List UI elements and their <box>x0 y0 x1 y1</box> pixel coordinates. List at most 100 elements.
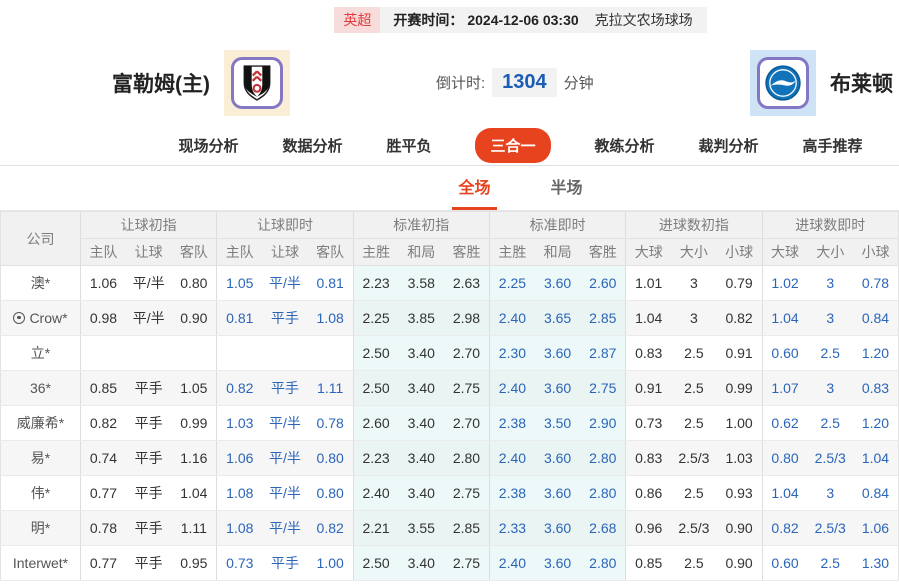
subcol-header-cell: 让球 <box>262 238 308 266</box>
odds-cell: 0.85 <box>79 370 126 406</box>
odds-cell: 2.50 <box>352 370 399 406</box>
odds-cell: 3.40 <box>398 335 444 371</box>
odds-table: 公司 让球初指 让球即时 标准初指 标准即时 进球数初指 进球数即时 主队 让球 客队 主队 让球 客队… <box>0 211 899 581</box>
odds-cell: 1.30 <box>852 545 899 581</box>
odds-cell: 平/半 <box>262 510 308 546</box>
company-label: 澳* <box>31 273 50 293</box>
odds-cell: 0.78 <box>852 265 899 301</box>
group-header-cell: 标准初指 <box>352 211 490 239</box>
odds-cell: 2.30 <box>488 335 535 371</box>
nav-tab[interactable]: 三合一 <box>475 127 551 163</box>
nav-tab[interactable]: 教练分析 <box>595 135 655 156</box>
odds-cell: 2.70 <box>444 405 490 441</box>
odds-cell: 0.99 <box>171 405 217 441</box>
company-label: 威廉希* <box>17 413 64 433</box>
odds-cell: 平手 <box>262 370 308 406</box>
odds-cell: 2.5 <box>671 475 717 511</box>
subcol-header-cell: 主胜 <box>488 238 535 266</box>
table-row: 伟* 0.77 平手 1.04 1.08 平/半 0.80 2.40 3.40 2.75 2.38 3… <box>0 475 899 511</box>
company-name: 明* <box>30 520 51 536</box>
company-cell: 明* <box>0 510 81 546</box>
odds-cell: 0.86 <box>625 475 672 511</box>
league-badge: 英超 <box>334 7 381 33</box>
odds-cell: 1.11 <box>307 370 354 406</box>
odds-cell: 2.85 <box>444 510 490 546</box>
odds-cell: 1.01 <box>625 265 672 301</box>
table-row: 威廉希* 0.82 平手 0.99 1.03 平/半 0.78 2.60 3.40 2.70 2.3… <box>0 405 899 441</box>
odds-cell: 2.75 <box>580 370 626 406</box>
odds-cell: 1.03 <box>216 405 263 441</box>
odds-cell: 2.75 <box>444 475 490 511</box>
odds-cell: 2.23 <box>352 440 399 476</box>
odds-cell: 平手 <box>125 545 172 581</box>
period-tabs-bar: 全场 半场 <box>0 166 899 211</box>
nav-tab[interactable]: 数据分析 <box>282 135 342 156</box>
table-row: Crow* 0.98 平/半 0.90 0.81 平手 1.08 2.25 3.85 2.98 2.… <box>0 300 899 336</box>
period-tabs: 全场 半场 <box>452 164 588 210</box>
odds-cell: 0.81 <box>307 265 354 301</box>
subcol-header-cell: 大小 <box>671 238 717 266</box>
kickoff-time-label: 开赛时间： <box>393 12 464 28</box>
nav-tab[interactable]: 高手推荐 <box>803 135 863 156</box>
odds-cell: 0.77 <box>79 475 126 511</box>
odds-cell: 2.40 <box>488 370 535 406</box>
odds-cell <box>262 335 308 371</box>
odds-cell: 1.08 <box>216 510 263 546</box>
company-label: Crow* <box>13 309 68 326</box>
odds-cell: 1.04 <box>761 300 808 336</box>
subcol-header-cell: 大球 <box>625 238 672 266</box>
home-team-name: 富勒姆(主) <box>112 72 210 96</box>
subcol-header-cell: 小球 <box>716 238 763 266</box>
odds-cell: 2.80 <box>444 440 490 476</box>
countdown-label: 倒计时: <box>436 75 486 92</box>
period-tab[interactable]: 半场 <box>545 164 589 210</box>
odds-cell: 3.85 <box>398 300 444 336</box>
odds-cell: 平手 <box>262 300 308 336</box>
odds-cell: 0.82 <box>761 510 808 546</box>
odds-cell: 0.78 <box>307 405 354 441</box>
odds-cell: 3.40 <box>398 370 444 406</box>
group-header-cell: 进球数即时 <box>761 211 899 239</box>
away-team-block: 布莱顿 <box>750 40 893 125</box>
nav-tab[interactable]: 现场分析 <box>178 135 238 156</box>
period-tab[interactable]: 全场 <box>452 164 497 210</box>
odds-cell: 1.08 <box>216 475 263 511</box>
odds-cell: 3.60 <box>534 545 581 581</box>
nav-tab[interactable]: 裁判分析 <box>699 135 759 156</box>
odds-table-head: 公司 让球初指 让球即时 标准初指 标准即时 进球数初指 进球数即时 主队 让球 客队 主队 让球 客队… <box>0 211 899 266</box>
odds-cell: 0.91 <box>625 370 672 406</box>
subcol-header-cell: 小球 <box>852 238 899 266</box>
company-cell: Interwet* <box>0 545 81 581</box>
odds-cell: 2.40 <box>488 545 535 581</box>
odds-cell: 0.84 <box>852 300 899 336</box>
odds-cell: 3 <box>807 265 853 301</box>
subcol-header-cell: 大小 <box>807 238 853 266</box>
company-cell: 立* <box>0 335 81 371</box>
company-name: 威廉希* <box>16 415 65 431</box>
countdown-value: 1304 <box>492 68 557 97</box>
top-info-bar: 英超 开赛时间： 2024-12-06 03:30 克拉文农场球场 <box>334 7 707 33</box>
odds-cell <box>307 335 354 371</box>
odds-cell: 2.21 <box>352 510 399 546</box>
odds-cell: 平/半 <box>262 405 308 441</box>
nav-tabs: 现场分析 数据分析 胜平负 三合一 教练分析 裁判分析 高手推荐 <box>178 127 863 163</box>
countdown-unit: 分钟 <box>563 75 594 92</box>
nav-tab[interactable]: 胜平负 <box>386 135 431 156</box>
odds-cell: 2.5 <box>807 335 853 371</box>
subcol-header-cell: 客胜 <box>444 238 490 266</box>
odds-cell: 2.25 <box>488 265 535 301</box>
odds-cell: 0.90 <box>716 510 763 546</box>
odds-cell: 0.82 <box>79 405 126 441</box>
odds-cell: 0.60 <box>761 545 808 581</box>
odds-cell <box>125 335 172 371</box>
subcol-header-cell: 主胜 <box>352 238 399 266</box>
home-team-block: 富勒姆(主) <box>112 40 290 125</box>
odds-cell: 0.80 <box>307 440 354 476</box>
company-name: Crow* <box>29 309 68 326</box>
company-name: Interwet* <box>12 555 69 571</box>
odds-cell: 1.07 <box>761 370 808 406</box>
table-row: 36* 0.85 平手 1.05 0.82 平手 1.11 2.50 3.40 2.75 2.40 3… <box>0 370 899 406</box>
company-name: 易* <box>30 450 51 466</box>
company-label: Interwet* <box>13 555 68 571</box>
odds-cell: 0.98 <box>79 300 126 336</box>
